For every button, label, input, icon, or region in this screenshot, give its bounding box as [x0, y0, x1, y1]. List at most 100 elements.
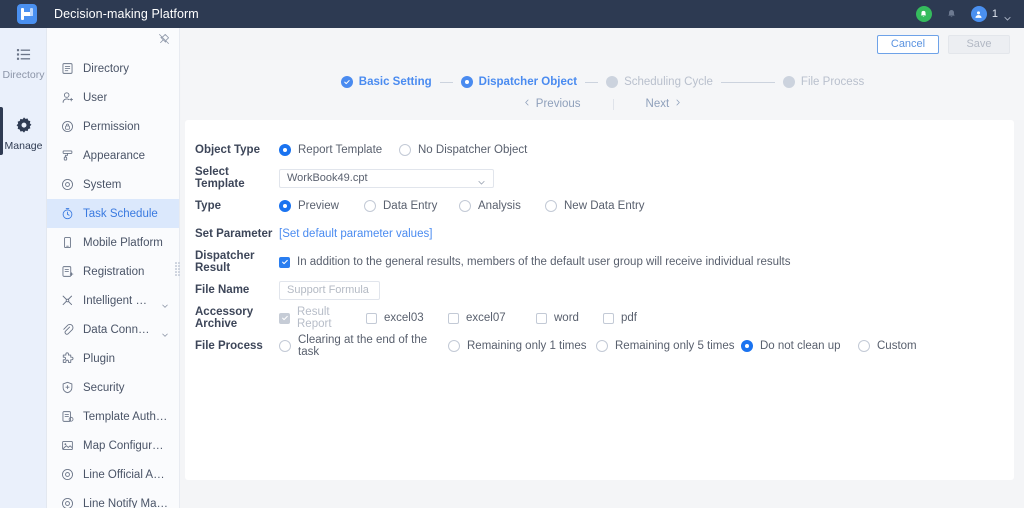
radio-indicator	[741, 340, 753, 352]
radio-analysis[interactable]: Analysis	[459, 200, 545, 212]
radio-data-entry[interactable]: Data Entry	[364, 200, 459, 212]
sidebar-item-template-authentication[interactable]: Template Authen...	[47, 402, 179, 431]
radio-label: Remaining only 1 times	[467, 340, 587, 352]
radio-report-template[interactable]: Report Template	[279, 144, 399, 156]
radio-new-data-entry[interactable]: New Data Entry	[545, 200, 645, 212]
action-bar: Cancel Save	[181, 28, 1024, 60]
bell-active-icon[interactable]	[916, 6, 932, 22]
sidebar-item-task-schedule[interactable]: Task Schedule	[47, 199, 179, 228]
form-row-object-type: Object Type Report Template No Dispatche…	[195, 136, 1014, 164]
sidebar-item-map-configuration[interactable]: Map Configuration	[47, 431, 179, 460]
sidebar-item-user[interactable]: User	[47, 83, 179, 112]
pager-divider	[613, 99, 614, 110]
set-default-parameter-values-link[interactable]: [Set default parameter values]	[279, 228, 432, 240]
primary-rail: Directory Manage	[0, 28, 47, 508]
radio-custom[interactable]: Custom	[858, 340, 917, 352]
sidebar-item-line-official-account[interactable]: Line Official Acc...	[47, 460, 179, 489]
shield-icon	[61, 381, 74, 394]
sidebar-item-label: Line Official Acc...	[83, 469, 169, 481]
dispatcher-result-label: Dispatcher Result	[195, 250, 279, 274]
sidebar-item-appearance[interactable]: Appearance	[47, 141, 179, 170]
sidebar-item-label: Mobile Platform	[83, 237, 163, 249]
checkbox-word[interactable]: word	[536, 312, 603, 324]
radio-label: Preview	[298, 200, 339, 212]
sidebar-item-data-connection[interactable]: Data Connec...	[47, 315, 179, 344]
checkbox-individual-results[interactable]: In addition to the general results, memb…	[279, 256, 790, 268]
radio-indicator	[448, 340, 460, 352]
header-actions: 1	[916, 0, 1012, 28]
check-icon	[341, 76, 353, 88]
select-template-dropdown[interactable]: WorkBook49.cpt	[279, 169, 494, 188]
radio-indicator	[279, 340, 291, 352]
checkbox-label: Result Report	[297, 306, 366, 330]
sidebar-item-plugin[interactable]: Plugin	[47, 344, 179, 373]
registration-icon	[61, 265, 74, 278]
select-template-value: WorkBook49.cpt	[287, 172, 368, 184]
checkbox-excel03[interactable]: excel03	[366, 312, 448, 324]
cancel-button[interactable]: Cancel	[877, 35, 939, 54]
file-name-input[interactable]	[279, 281, 380, 300]
chevron-down-icon	[161, 326, 169, 334]
next-button[interactable]: Next	[646, 98, 683, 110]
radio-indicator	[364, 200, 376, 212]
wizard-steps: Basic Setting Dispatcher Object Scheduli…	[181, 60, 1024, 88]
sidebar-item-label: Directory	[83, 63, 129, 75]
sidebar-resize-handle[interactable]	[175, 258, 180, 280]
checkbox-indicator	[536, 313, 547, 324]
wizard-step-dispatcher-object[interactable]: Dispatcher Object	[461, 76, 577, 88]
radio-preview[interactable]: Preview	[279, 200, 364, 212]
previous-button[interactable]: Previous	[523, 98, 581, 110]
radio-remaining-only-1-times[interactable]: Remaining only 1 times	[448, 340, 596, 352]
wizard-step-scheduling-cycle[interactable]: Scheduling Cycle	[606, 76, 713, 88]
directory-icon	[61, 62, 74, 75]
form-row-accessory-archive: Accessory Archive Result Report excel03	[195, 304, 1014, 332]
line-notify-icon	[61, 497, 74, 508]
unpin-icon[interactable]	[158, 32, 170, 50]
sidebar-item-label: Security	[83, 382, 125, 394]
bell-icon[interactable]	[946, 9, 957, 20]
mobile-icon	[61, 236, 74, 249]
gear-icon	[0, 115, 47, 135]
user-menu[interactable]: 1	[971, 6, 1012, 22]
plugin-icon	[61, 352, 74, 365]
wizard-pager: Previous Next	[181, 98, 1024, 110]
radio-remaining-only-5-times[interactable]: Remaining only 5 times	[596, 340, 741, 352]
sidebar-item-label: Line Notify Mana...	[83, 498, 169, 508]
radio-indicator	[459, 200, 471, 212]
current-step-icon	[461, 76, 473, 88]
user-avatar-icon	[971, 6, 987, 22]
sidebar-item-registration[interactable]: Registration	[47, 257, 179, 286]
radio-no-dispatcher-object[interactable]: No Dispatcher Object	[399, 144, 527, 156]
wizard-step-label: Scheduling Cycle	[624, 76, 713, 88]
sidebar-item-mobile-platform[interactable]: Mobile Platform	[47, 228, 179, 257]
checkbox-excel07[interactable]: excel07	[448, 312, 536, 324]
user-count: 1	[992, 8, 998, 20]
top-header-bar: Decision-making Platform 1	[0, 0, 1024, 28]
sidebar-item-security[interactable]: Security	[47, 373, 179, 402]
checkbox-label: pdf	[621, 312, 637, 324]
checkbox-indicator	[448, 313, 459, 324]
radio-do-not-clean-up[interactable]: Do not clean up	[741, 340, 858, 352]
radio-label: Remaining only 5 times	[615, 340, 735, 352]
radio-indicator	[279, 200, 291, 212]
form-row-type: Type Preview Data Entry Analysis	[195, 192, 1014, 220]
sidebar-item-line-notify-manage[interactable]: Line Notify Mana...	[47, 489, 179, 508]
platform-logo-icon[interactable]	[17, 4, 37, 24]
sidebar-item-system[interactable]: System	[47, 170, 179, 199]
radio-clearing-at-end-of-task[interactable]: Clearing at the end of the task	[279, 334, 448, 358]
next-label: Next	[646, 98, 670, 110]
rail-item-label: Manage	[0, 140, 47, 152]
wizard-step-basic-setting[interactable]: Basic Setting	[341, 76, 432, 88]
checkbox-pdf[interactable]: pdf	[603, 312, 637, 324]
rail-item-directory[interactable]: Directory	[0, 28, 47, 81]
sidebar-item-intelligent-ops[interactable]: Intelligent O...	[47, 286, 179, 315]
wizard-step-file-process[interactable]: File Process	[783, 76, 864, 88]
user-icon	[61, 91, 74, 104]
brush-icon	[61, 149, 74, 162]
pending-step-icon	[606, 76, 618, 88]
sidebar-item-directory[interactable]: Directory	[47, 54, 179, 83]
page-title: Decision-making Platform	[54, 7, 199, 21]
checkbox-indicator	[603, 313, 614, 324]
rail-item-manage[interactable]: Manage	[0, 99, 47, 152]
sidebar-item-permission[interactable]: Permission	[47, 112, 179, 141]
